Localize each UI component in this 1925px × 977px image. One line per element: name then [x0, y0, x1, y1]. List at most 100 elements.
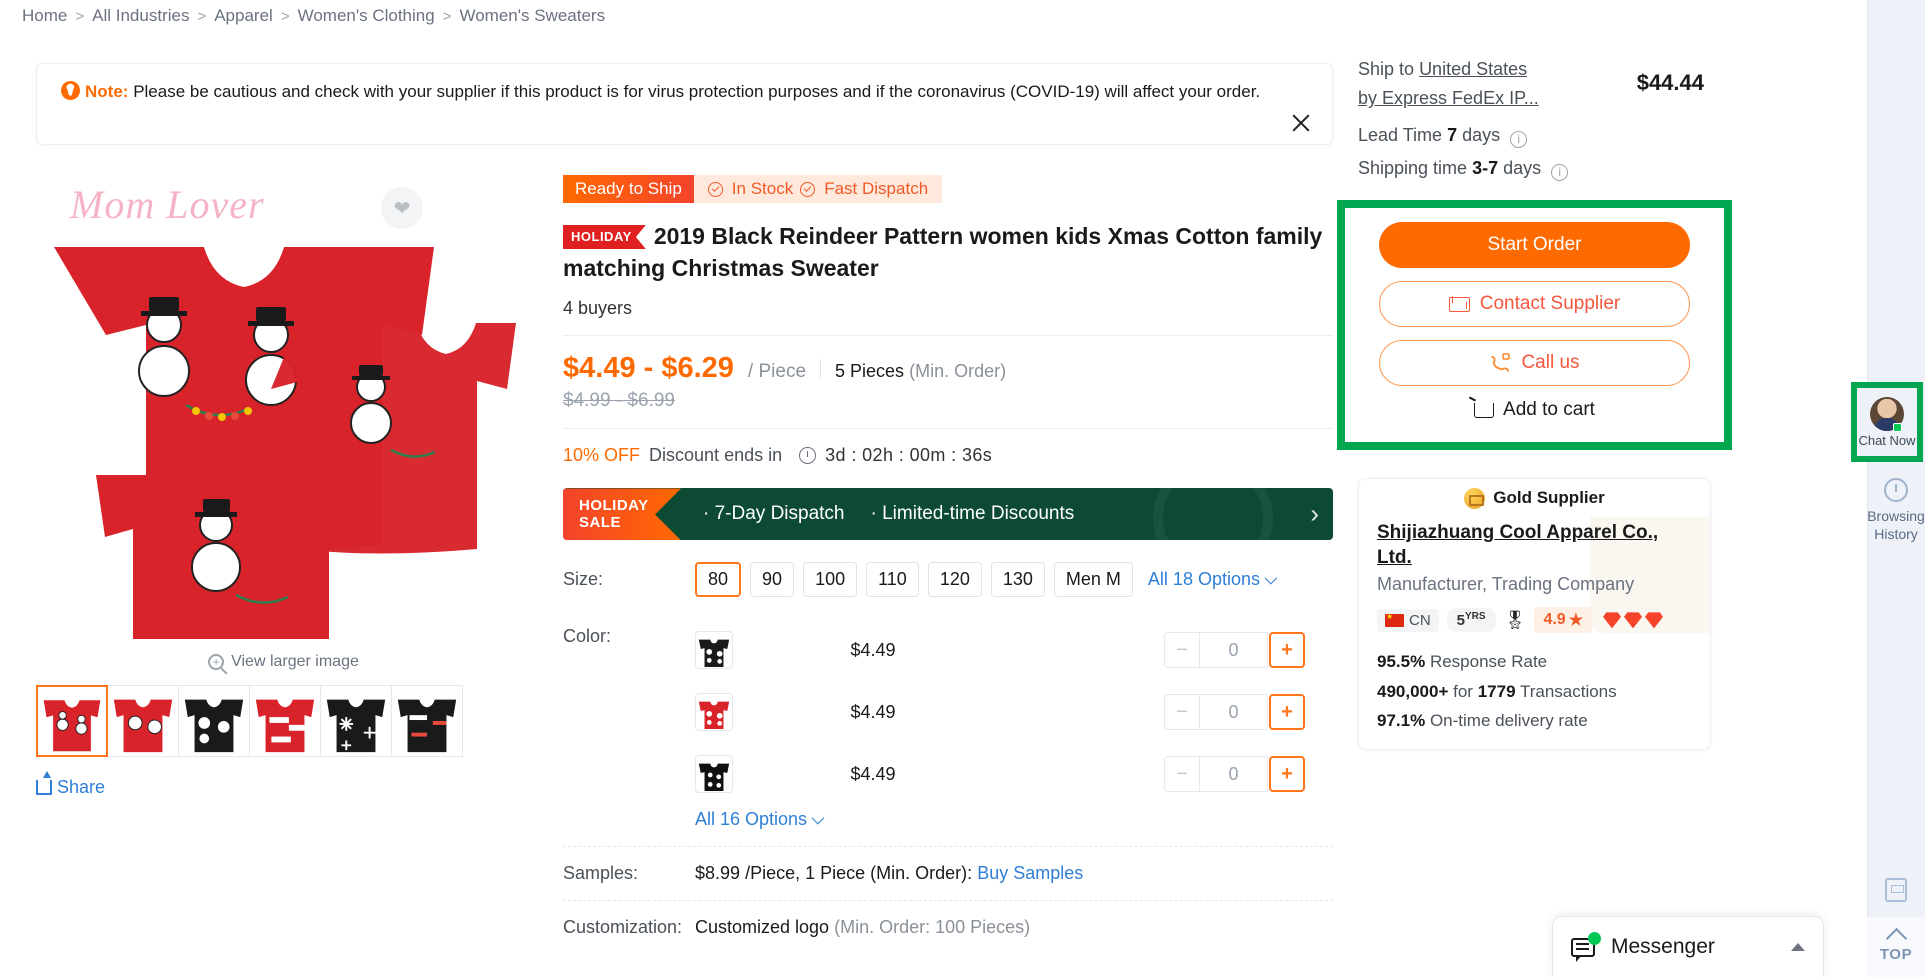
main-product-image[interactable]: Mom Lover ❤ — [36, 175, 531, 645]
chevron-right-icon[interactable]: › — [1310, 499, 1319, 530]
color-row: $4.49 − 0 + — [695, 681, 1333, 743]
red-sweater-swatch[interactable] — [695, 693, 733, 732]
supplier-type: Manufacturer, Trading Company — [1377, 574, 1635, 595]
price-unit: / Piece — [747, 361, 807, 383]
diamond-level-icons — [1603, 612, 1664, 629]
transactions-label: Transactions — [1519, 681, 1617, 701]
chat-now-button[interactable]: Chat Now — [1851, 382, 1923, 462]
breadcrumb-item-home[interactable]: Home — [22, 6, 67, 26]
size-chip-110[interactable]: 110 — [866, 562, 919, 598]
all-color-options-dropdown[interactable]: All 16 Options — [695, 809, 825, 830]
shopping-cart-icon — [1474, 402, 1495, 418]
color-selector-row: Color: $4.49 − 0 + $4.49 − 0 + $4.49 − 0… — [563, 619, 1333, 830]
product-title-text: 2019 Black Reindeer Pattern women kids X… — [563, 223, 1323, 281]
color-price: $4.49 — [850, 701, 896, 722]
min-order: 5 Pieces (Min. Order) — [835, 361, 1006, 382]
gold-supplier-badge: Gold Supplier — [1359, 479, 1710, 517]
breadcrumb-item-all-industries[interactable]: All Industries — [92, 6, 189, 26]
breadcrumb-item-womens-sweaters[interactable]: Women's Sweaters — [459, 6, 605, 26]
ontime-label: On-time delivery rate — [1429, 710, 1588, 730]
all-size-options-label: All 18 Options — [1147, 569, 1260, 590]
ship-country-link[interactable]: United States — [1419, 59, 1527, 79]
in-stock-label: In Stock — [731, 179, 794, 198]
quantity-decrement-button[interactable]: − — [1164, 694, 1200, 731]
contact-supplier-button[interactable]: Contact Supplier — [1379, 281, 1690, 327]
black-sweater-swatch-2[interactable] — [695, 755, 733, 794]
thumbnail-red-santa[interactable] — [107, 685, 179, 757]
diamond-icon — [1603, 612, 1622, 629]
add-to-cart-button[interactable]: Add to cart — [1379, 399, 1690, 421]
supplier-stats: 95.5% Response Rate 490,000+ for 1779 Tr… — [1377, 647, 1692, 735]
view-larger-label: View larger image — [231, 653, 359, 670]
discount-label: Discount ends in — [649, 445, 783, 466]
size-chip-90[interactable]: 90 — [750, 562, 795, 598]
all-size-options-dropdown[interactable]: All 18 Options — [1147, 569, 1278, 590]
quantity-increment-button[interactable]: + — [1269, 756, 1305, 793]
buy-samples-link[interactable]: Buy Samples — [977, 863, 1083, 883]
rating-badge[interactable]: 4.9 ★ — [1534, 607, 1593, 634]
size-chip-80[interactable]: 80 — [695, 562, 742, 598]
customization-text: Customized logo — [695, 917, 830, 938]
color-options: $4.49 − 0 + $4.49 − 0 + $4.49 − 0 + All … — [695, 619, 1333, 830]
share-button[interactable]: Share — [36, 771, 105, 798]
quantity-value[interactable]: 0 — [1200, 694, 1268, 731]
ship-method-link[interactable]: by Express FedEx IP... — [1358, 88, 1539, 108]
sweater-illustration — [54, 247, 516, 639]
size-chip-120[interactable]: 120 — [927, 562, 982, 598]
breadcrumb-item-womens-clothing[interactable]: Women's Clothing — [298, 6, 435, 26]
cta-highlight-box: Start Order Contact Supplier Call us Add… — [1337, 200, 1732, 450]
feedback-note-button[interactable] — [1867, 862, 1925, 918]
messenger-widget[interactable]: Messenger — [1552, 916, 1824, 977]
close-icon[interactable] — [1288, 110, 1314, 136]
holiday-sale-banner[interactable]: HOLIDAY SALE · 7-Day Dispatch · Limited-… — [563, 488, 1333, 541]
quantity-decrement-button[interactable]: − — [1164, 632, 1200, 669]
quantity-stepper: − 0 + — [1164, 756, 1305, 793]
messenger-icon-wrap — [1571, 931, 1601, 962]
thumbnail-black-snowflake[interactable] — [320, 685, 392, 757]
info-icon[interactable]: i — [1551, 164, 1569, 182]
back-to-top-button[interactable]: TOP — [1867, 917, 1925, 977]
heart-icon[interactable]: ❤ — [381, 187, 423, 229]
shipping-info: Ship to United States by Express FedEx I… — [1358, 55, 1718, 184]
ontime-value: 97.1% — [1377, 710, 1426, 730]
thumbnail-red-text[interactable] — [249, 685, 321, 757]
breadcrumb-item-apparel[interactable]: Apparel — [214, 6, 273, 26]
start-order-button[interactable]: Start Order — [1379, 222, 1690, 268]
divider — [563, 335, 1333, 337]
caret-up-icon[interactable] — [1791, 943, 1805, 951]
contact-supplier-label: Contact Supplier — [1479, 293, 1621, 314]
country-code: CN — [1409, 611, 1431, 629]
size-chip-100[interactable]: 100 — [803, 562, 858, 598]
info-icon[interactable]: i — [1510, 131, 1528, 149]
color-row: $4.49 − 0 + — [695, 619, 1333, 681]
view-larger-image-button[interactable]: View larger image — [36, 653, 531, 671]
response-rate-label: Response Rate — [1429, 652, 1548, 672]
product-gallery: Mom Lover ❤ + View larger image Share — [36, 175, 531, 800]
supplier-name-link[interactable]: Shijiazhuang Cool Apparel Co., Ltd. — [1377, 521, 1692, 570]
quantity-value[interactable]: 0 — [1200, 756, 1268, 793]
countdown-timer: 3d : 02h : 00m : 36s — [825, 445, 993, 466]
thumbnail-black-dad[interactable] — [391, 685, 463, 757]
transactions-count: 1779 — [1477, 681, 1516, 701]
breadcrumb-separator: > — [197, 7, 207, 25]
trade-medal-icon: 🎖 — [1503, 609, 1527, 630]
quantity-increment-button[interactable]: + — [1269, 632, 1305, 669]
browsing-history-button[interactable]: Browsing History — [1867, 478, 1925, 543]
quantity-stepper: − 0 + — [1164, 694, 1305, 731]
call-us-button[interactable]: Call us — [1379, 340, 1690, 386]
size-chip-130[interactable]: 130 — [990, 562, 1045, 598]
quantity-increment-button[interactable]: + — [1269, 694, 1305, 731]
quantity-value[interactable]: 0 — [1200, 632, 1268, 669]
fast-dispatch-label: Fast Dispatch — [824, 179, 929, 198]
thumbnail-red-snowman[interactable] — [36, 685, 108, 757]
transactions-mid: for — [1453, 681, 1473, 701]
divider-dashed — [563, 846, 1333, 848]
quantity-decrement-button[interactable]: − — [1164, 756, 1200, 793]
ontime-stat: 97.1% On-time delivery rate — [1377, 706, 1692, 735]
size-chip-men-m[interactable]: Men M — [1053, 562, 1133, 598]
thumbnail-black-snowman[interactable] — [178, 685, 250, 757]
note-body: Please be cautious and check with your s… — [133, 82, 1261, 101]
black-sweater-swatch[interactable] — [695, 631, 733, 670]
divider-vertical — [820, 358, 822, 379]
shipping-panel: Ship to United States by Express FedEx I… — [1358, 55, 1718, 184]
